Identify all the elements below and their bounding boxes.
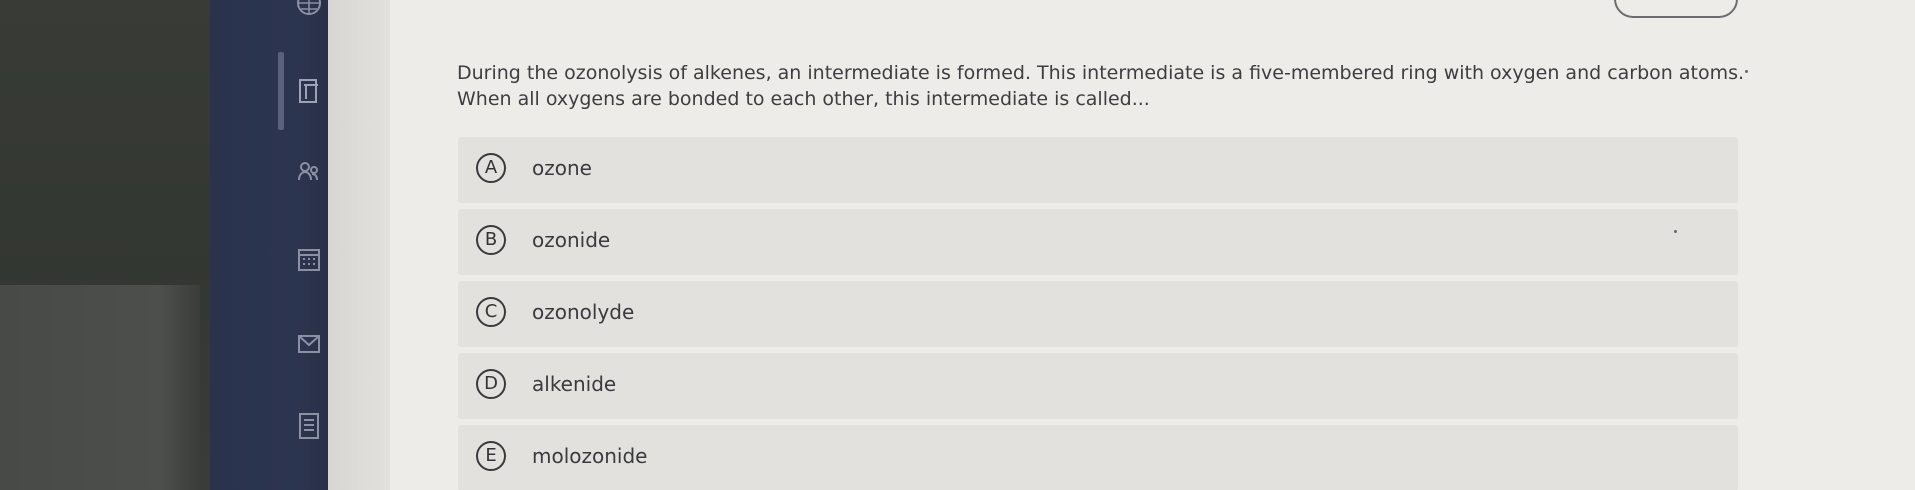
screen-dust: [1745, 70, 1748, 73]
option-letter: B: [476, 225, 506, 255]
panel-gutter: [328, 0, 390, 490]
option-letter: D: [476, 369, 506, 399]
option-d[interactable]: D alkenide: [458, 353, 1738, 419]
option-letter: C: [476, 297, 506, 327]
calendar-icon[interactable]: [294, 244, 324, 274]
option-c[interactable]: C ozonolyde: [458, 281, 1738, 347]
option-a[interactable]: A ozone: [458, 137, 1738, 203]
globe-icon[interactable]: [294, 0, 324, 18]
answer-options: A ozone B ozonide C ozonolyde D alkenide…: [458, 137, 1738, 490]
option-label: ozone: [532, 156, 592, 180]
option-e[interactable]: E molozonide: [458, 425, 1738, 490]
option-label: ozonide: [532, 228, 611, 252]
option-label: ozonolyde: [532, 300, 635, 324]
list-icon[interactable]: [294, 410, 324, 440]
users-icon[interactable]: [294, 158, 324, 188]
option-label: alkenide: [532, 372, 617, 396]
option-label: molozonide: [532, 444, 648, 468]
mail-icon[interactable]: [294, 329, 324, 359]
question-text: During the ozonolysis of alkenes, an int…: [457, 62, 1745, 110]
top-action-button[interactable]: [1614, 0, 1738, 18]
option-letter: E: [476, 441, 506, 471]
monitor-bezel-shade: [0, 285, 200, 490]
screen-dust: [1674, 230, 1677, 233]
option-letter: A: [476, 153, 506, 183]
document-icon[interactable]: [294, 76, 324, 106]
sidebar-active-indicator: [278, 52, 284, 130]
screen: During the ozonolysis of alkenes, an int…: [0, 0, 1915, 490]
option-b[interactable]: B ozonide: [458, 209, 1738, 275]
